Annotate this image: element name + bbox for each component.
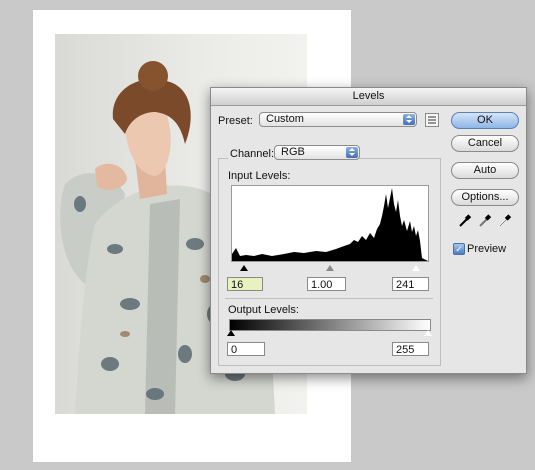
output-black-slider[interactable] bbox=[227, 330, 235, 336]
output-white-field[interactable]: 255 bbox=[392, 342, 429, 356]
output-levels-label: Output Levels: bbox=[228, 304, 299, 316]
input-white-slider[interactable] bbox=[412, 265, 420, 271]
channel-dropdown[interactable]: RGB bbox=[274, 145, 360, 160]
preset-dropdown[interactable]: Custom bbox=[259, 112, 417, 127]
dropdown-arrows-icon bbox=[403, 114, 415, 125]
ok-button[interactable]: OK bbox=[451, 112, 519, 129]
output-white-slider[interactable] bbox=[424, 330, 432, 336]
black-point-eyedropper-icon[interactable] bbox=[458, 214, 472, 228]
output-gradient-bar bbox=[229, 319, 431, 331]
cancel-button[interactable]: Cancel bbox=[451, 135, 519, 152]
levels-dialog: Levels Preset: Custom Channel: RGB Input… bbox=[210, 87, 527, 374]
white-point-eyedropper-icon[interactable] bbox=[498, 214, 512, 228]
dialog-title[interactable]: Levels bbox=[211, 88, 526, 106]
gray-point-eyedropper-icon[interactable] bbox=[478, 214, 492, 228]
preset-label: Preset: bbox=[218, 115, 253, 127]
preview-label: Preview bbox=[467, 243, 507, 255]
output-black-field[interactable]: 0 bbox=[227, 342, 265, 356]
input-gamma-field[interactable]: 1.00 bbox=[307, 277, 346, 291]
preset-value: Custom bbox=[266, 113, 304, 125]
input-black-field[interactable]: 16 bbox=[227, 277, 263, 291]
levels-separator bbox=[225, 298, 433, 299]
histogram bbox=[231, 185, 429, 262]
channel-value: RGB bbox=[281, 146, 305, 158]
channel-label: Channel: bbox=[228, 148, 277, 160]
input-white-field[interactable]: 241 bbox=[392, 277, 429, 291]
preset-options-menu-icon[interactable] bbox=[425, 113, 439, 127]
options-button[interactable]: Options... bbox=[451, 189, 519, 206]
input-gamma-slider[interactable] bbox=[326, 265, 334, 271]
dropdown-arrows-icon bbox=[346, 147, 358, 158]
input-levels-label: Input Levels: bbox=[228, 170, 291, 182]
auto-button[interactable]: Auto bbox=[451, 162, 519, 179]
preview-checkbox[interactable]: ✓ bbox=[453, 243, 465, 255]
input-black-slider[interactable] bbox=[240, 265, 248, 271]
histogram-graph bbox=[232, 188, 428, 261]
